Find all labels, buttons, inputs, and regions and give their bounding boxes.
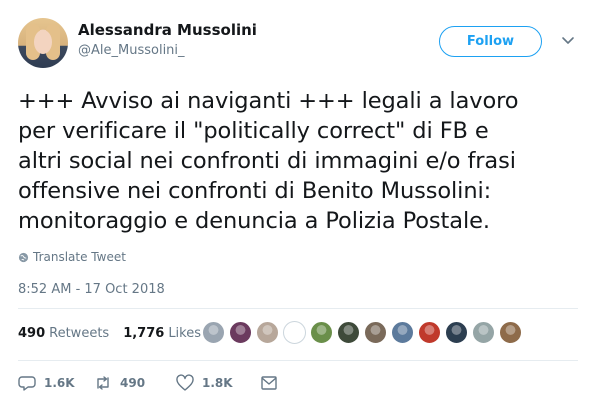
retweets-count[interactable]: 490 bbox=[18, 326, 45, 341]
divider bbox=[18, 308, 578, 309]
translate-label[interactable]: Translate Tweet bbox=[33, 250, 126, 264]
retweet-action[interactable]: 490 bbox=[94, 374, 145, 392]
tweet-stats: 490 Retweets 1,776 Likes bbox=[18, 326, 201, 341]
liker-avatar[interactable] bbox=[283, 321, 306, 344]
tweet-card: Alessandra Mussolini @Ale_Mussolini_ Fol… bbox=[0, 0, 596, 404]
liker-avatar[interactable] bbox=[499, 321, 522, 344]
reply-action[interactable]: 1.6K bbox=[18, 374, 75, 392]
liker-avatar[interactable] bbox=[418, 321, 441, 344]
liker-avatar[interactable] bbox=[472, 321, 495, 344]
divider bbox=[18, 360, 578, 361]
liker-avatar[interactable] bbox=[202, 321, 225, 344]
globe-icon bbox=[18, 252, 29, 262]
liker-avatar[interactable] bbox=[337, 321, 360, 344]
liker-avatar[interactable] bbox=[364, 321, 387, 344]
likes-label[interactable]: Likes bbox=[168, 326, 201, 341]
direct-message-action[interactable] bbox=[260, 374, 278, 392]
reply-count: 1.6K bbox=[44, 376, 75, 390]
liker-avatar[interactable] bbox=[310, 321, 333, 344]
liker-avatars[interactable] bbox=[202, 321, 522, 344]
chevron-down-icon[interactable] bbox=[561, 36, 575, 46]
liker-avatar[interactable] bbox=[445, 321, 468, 344]
retweet-count: 490 bbox=[120, 376, 146, 390]
retweets-label[interactable]: Retweets bbox=[49, 326, 109, 341]
tweet-text: +++ Avviso ai naviganti +++ legali a lav… bbox=[18, 88, 519, 234]
liker-avatar[interactable] bbox=[391, 321, 414, 344]
like-action[interactable]: 1.8K bbox=[176, 374, 233, 392]
liker-avatar[interactable] bbox=[256, 321, 279, 344]
tweet-actions: 1.6K 490 1.8K bbox=[18, 374, 318, 394]
translate-tweet-link[interactable]: Translate Tweet bbox=[18, 250, 126, 264]
like-count: 1.8K bbox=[202, 376, 233, 390]
avatar[interactable] bbox=[18, 18, 68, 68]
reply-icon[interactable] bbox=[18, 374, 36, 392]
user-handle[interactable]: @Ale_Mussolini_ bbox=[78, 43, 185, 58]
retweet-icon[interactable] bbox=[94, 374, 112, 392]
liker-avatar[interactable] bbox=[229, 321, 252, 344]
display-name[interactable]: Alessandra Mussolini bbox=[78, 21, 257, 39]
heart-icon[interactable] bbox=[176, 374, 194, 392]
tweet-timestamp[interactable]: 8:52 AM - 17 Oct 2018 bbox=[18, 282, 165, 297]
likes-count[interactable]: 1,776 bbox=[123, 326, 164, 341]
follow-button[interactable]: Follow bbox=[439, 26, 542, 57]
message-icon[interactable] bbox=[260, 374, 278, 392]
